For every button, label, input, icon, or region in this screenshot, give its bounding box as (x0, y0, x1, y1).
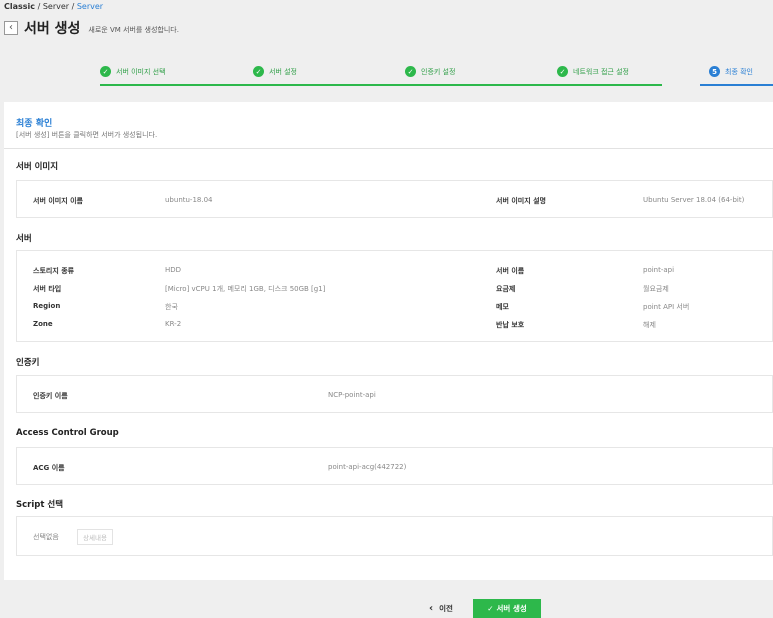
progress-line-active (700, 84, 773, 86)
server-image-name-value: ubuntu-18.04 (165, 196, 213, 204)
breadcrumb-server-current[interactable]: Server (77, 2, 103, 11)
breadcrumb-classic[interactable]: Classic (4, 2, 35, 11)
section-title-server-image: 서버 이미지 (16, 162, 59, 172)
breadcrumb-server[interactable]: Server (43, 2, 69, 11)
final-confirm-panel: 최종 확인 [서버 생성] 버튼을 클릭하면 서버가 생성됩니다. 서버 이미지… (4, 102, 773, 580)
prev-button-label: 이전 (439, 604, 453, 613)
return-protection-value: 해제 (643, 321, 656, 329)
check-icon: ✓ (487, 604, 494, 613)
section-title-auth-key: 인증키 (16, 358, 40, 368)
server-image-box: 서버 이미지 이름 ubuntu-18.04 서버 이미지 설명 Ubuntu … (16, 180, 773, 218)
auth-key-name-label: 인증키 이름 (33, 392, 68, 400)
step-label: 인증키 설정 (421, 67, 456, 76)
step-auth-key[interactable]: ✓ 인증키 설정 (405, 66, 455, 77)
page-title: 서버 생성 (24, 21, 81, 37)
region-value: 한국 (165, 303, 178, 311)
server-image-name-label: 서버 이미지 이름 (33, 197, 83, 205)
server-image-desc-value: Ubuntu Server 18.04 (64-bit) (643, 196, 745, 204)
chevron-left-icon: ‹ (429, 603, 434, 614)
step-server-image[interactable]: ✓ 서버 이미지 선택 (100, 66, 166, 77)
server-name-label: 서버 이름 (496, 267, 525, 275)
final-confirm-description: [서버 생성] 버튼을 클릭하면 서버가 생성됩니다. (16, 131, 158, 139)
step-label: 서버 설정 (269, 67, 297, 76)
fee-plan-value: 월요금제 (643, 285, 669, 293)
check-icon: ✓ (253, 66, 264, 77)
server-image-desc-label: 서버 이미지 설명 (496, 197, 546, 205)
title-row: ‹ 서버 생성 새로운 VM 서버를 생성합니다. (4, 18, 179, 38)
script-none-text: 선택없음 (33, 533, 59, 541)
step-label: 네트워크 접근 설정 (573, 67, 629, 76)
step-final-confirm[interactable]: 5 최종 확인 (709, 66, 753, 77)
divider (4, 148, 773, 149)
zone-value: KR-2 (165, 320, 182, 328)
region-label: Region (33, 302, 61, 310)
step-label: 최종 확인 (725, 67, 753, 76)
progress-line-complete (100, 84, 662, 86)
page-description: 새로운 VM 서버를 생성합니다. (88, 25, 179, 34)
breadcrumb-separator: / (69, 2, 77, 11)
step-label: 서버 이미지 선택 (116, 67, 166, 76)
server-type-label: 서버 타입 (33, 285, 62, 293)
auth-key-name-value: NCP-point-api (328, 391, 376, 399)
fee-plan-label: 요금제 (496, 285, 516, 293)
acg-name-value: point-api-acg(442722) (328, 463, 407, 471)
check-icon: ✓ (557, 66, 568, 77)
acg-box: ACG 이름 point-api-acg(442722) (16, 447, 773, 485)
step-network-access[interactable]: ✓ 네트워크 접근 설정 (557, 66, 629, 77)
create-server-button-label: 서버 생성 (496, 604, 527, 613)
final-confirm-title: 최종 확인 (16, 119, 53, 129)
step-server-settings[interactable]: ✓ 서버 설정 (253, 66, 297, 77)
check-icon: ✓ (100, 66, 111, 77)
storage-type-value: HDD (165, 266, 182, 274)
memo-label: 메모 (496, 303, 509, 311)
create-server-button[interactable]: ✓ 서버 생성 (473, 599, 541, 618)
breadcrumb: Classic / Server / Server (4, 2, 103, 11)
zone-label: Zone (33, 320, 53, 328)
prev-button[interactable]: ‹ 이전 (421, 599, 461, 618)
step-number-icon: 5 (709, 66, 720, 77)
section-title-script: Script 선택 (16, 500, 64, 510)
storage-type-label: 스토리지 종류 (33, 267, 75, 275)
memo-value: point API 서버 (643, 303, 690, 311)
back-button[interactable]: ‹ (4, 21, 18, 35)
return-protection-label: 반납 보호 (496, 321, 525, 329)
section-title-acg: Access Control Group (16, 428, 119, 438)
chevron-left-icon: ‹ (9, 22, 13, 33)
auth-key-box: 인증키 이름 NCP-point-api (16, 375, 773, 413)
detail-button[interactable]: 상세내용 (77, 529, 113, 545)
step-progress: ✓ 서버 이미지 선택 ✓ 서버 설정 ✓ 인증키 설정 ✓ 네트워크 접근 설… (0, 60, 773, 88)
section-title-server: 서버 (16, 234, 32, 244)
acg-name-label: ACG 이름 (33, 464, 65, 472)
server-box: 스토리지 종류 HDD 서버 타입 [Micro] vCPU 1개, 메모리 1… (16, 250, 773, 342)
breadcrumb-separator: / (35, 2, 43, 11)
server-name-value: point-api (643, 266, 675, 274)
server-type-value: [Micro] vCPU 1개, 메모리 1GB, 디스크 50GB [g1] (165, 285, 326, 293)
check-icon: ✓ (405, 66, 416, 77)
script-box: 선택없음 상세내용 (16, 516, 773, 556)
